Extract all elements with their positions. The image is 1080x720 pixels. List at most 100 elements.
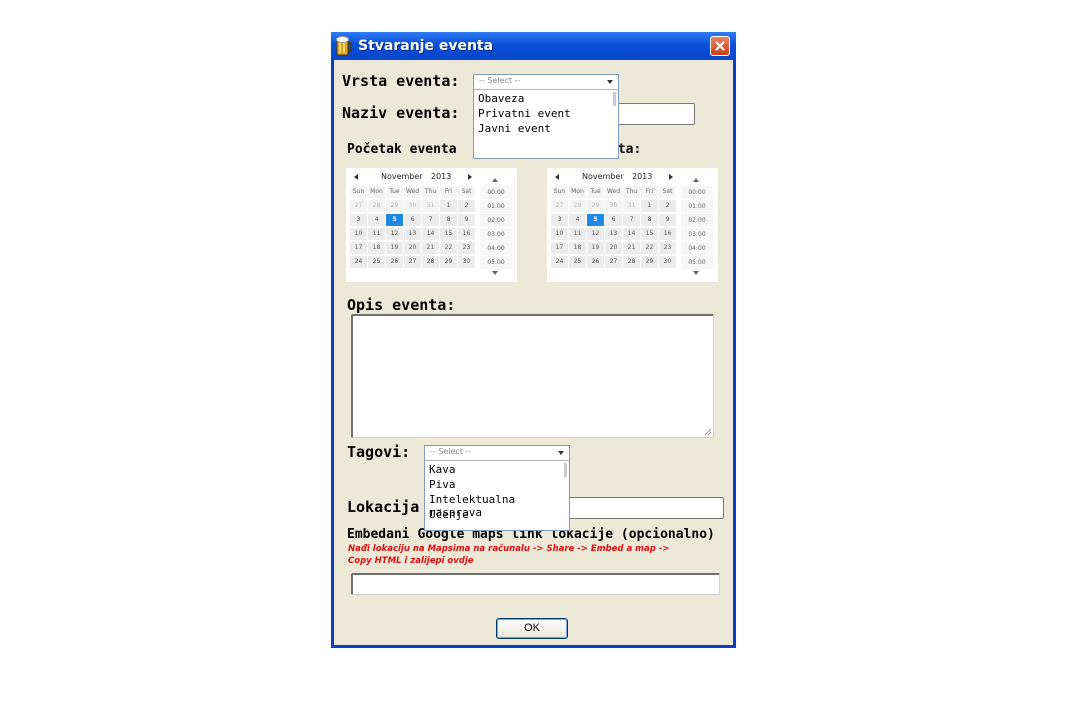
tagovi-option[interactable]: Piva — [429, 478, 456, 491]
calendar-day[interactable]: 6 — [605, 214, 622, 226]
calendar-day[interactable]: 27 — [404, 256, 421, 268]
calendar-day[interactable]: 27 — [605, 256, 622, 268]
calendar-day[interactable]: 21 — [623, 242, 640, 254]
prev-month-icon[interactable] — [354, 174, 358, 180]
calendar-day[interactable]: 14 — [623, 228, 640, 240]
vrsta-option[interactable]: Obaveza — [478, 92, 524, 105]
time-option[interactable]: 03:00 — [480, 228, 512, 242]
calendar-day[interactable]: 20 — [605, 242, 622, 254]
calendar-day[interactable]: 4 — [368, 214, 385, 226]
calendar-day[interactable]: 11 — [569, 228, 586, 240]
calendar-day[interactable]: 22 — [440, 242, 457, 254]
calendar-day[interactable]: 24 — [551, 256, 568, 268]
next-month-icon[interactable] — [468, 174, 472, 180]
time-up-icon[interactable] — [693, 178, 699, 182]
calendar-day[interactable]: 21 — [422, 242, 439, 254]
tagovi-dropdown-head[interactable]: -- Select -- — [425, 446, 569, 461]
calendar-day[interactable]: 7 — [623, 214, 640, 226]
calendar-day[interactable]: 30 — [659, 256, 676, 268]
calendar-day[interactable]: 29 — [587, 200, 604, 212]
title-bar[interactable]: Stvaranje eventa — [331, 32, 736, 60]
calendar-day[interactable]: 30 — [404, 200, 421, 212]
calendar-day[interactable]: 10 — [350, 228, 367, 240]
calendar-day[interactable]: 18 — [368, 242, 385, 254]
time-option[interactable]: 00:00 — [681, 186, 713, 200]
calendar-day[interactable]: 24 — [350, 256, 367, 268]
calendar-day[interactable]: 26 — [386, 256, 403, 268]
calendar-day[interactable]: 1 — [641, 200, 658, 212]
calendar-day[interactable]: 26 — [587, 256, 604, 268]
calendar-day[interactable]: 10 — [551, 228, 568, 240]
calendar-day[interactable]: 12 — [587, 228, 604, 240]
tagovi-option[interactable]: Učenje — [429, 508, 469, 521]
calendar-day[interactable]: 1 — [440, 200, 457, 212]
calendar-day[interactable]: 31 — [422, 200, 439, 212]
calendar-day[interactable]: 19 — [386, 242, 403, 254]
calendar-day[interactable]: 27 — [551, 200, 568, 212]
time-option[interactable]: 05:00 — [480, 256, 512, 270]
vrsta-dropdown-head[interactable]: -- Select -- — [474, 75, 618, 90]
calendar-day[interactable]: 29 — [386, 200, 403, 212]
calendar-day[interactable]: 28 — [569, 200, 586, 212]
calendar-day[interactable]: 28 — [422, 256, 439, 268]
calendar-day[interactable]: 19 — [587, 242, 604, 254]
time-up-icon[interactable] — [492, 178, 498, 182]
calendar-day[interactable]: 23 — [458, 242, 475, 254]
calendar-day[interactable]: 30 — [605, 200, 622, 212]
time-option[interactable]: 00:00 — [480, 186, 512, 200]
time-option[interactable]: 02:00 — [681, 214, 713, 228]
calendar-day-selected[interactable]: 5 — [386, 214, 403, 226]
calendar-day[interactable]: 13 — [404, 228, 421, 240]
tagovi-option[interactable]: Kava — [429, 463, 456, 476]
vrsta-option[interactable]: Privatni event — [478, 107, 571, 120]
calendar-day[interactable]: 14 — [422, 228, 439, 240]
calendar-day[interactable]: 12 — [386, 228, 403, 240]
calendar-day[interactable]: 16 — [659, 228, 676, 240]
calendar-day[interactable]: 2 — [458, 200, 475, 212]
calendar-day[interactable]: 3 — [551, 214, 568, 226]
calendar-day[interactable]: 9 — [659, 214, 676, 226]
calendar-day[interactable]: 28 — [623, 256, 640, 268]
vrsta-dropdown[interactable]: -- Select -- Obaveza Privatni event Javn… — [473, 74, 619, 159]
calendar-day[interactable]: 23 — [659, 242, 676, 254]
close-button[interactable] — [710, 36, 730, 56]
vrsta-option[interactable]: Javni event — [478, 122, 551, 135]
calendar-day[interactable]: 9 — [458, 214, 475, 226]
calendar-day[interactable]: 3 — [350, 214, 367, 226]
calendar-day[interactable]: 18 — [569, 242, 586, 254]
calendar-day-selected[interactable]: 5 — [587, 214, 604, 226]
calendar-day[interactable]: 15 — [440, 228, 457, 240]
calendar-day[interactable]: 30 — [458, 256, 475, 268]
calendar-day[interactable]: 15 — [641, 228, 658, 240]
calendar-day[interactable]: 29 — [440, 256, 457, 268]
time-option[interactable]: 03:00 — [681, 228, 713, 242]
calendar-day[interactable]: 25 — [368, 256, 385, 268]
calendar-day[interactable]: 6 — [404, 214, 421, 226]
time-option[interactable]: 02:00 — [480, 214, 512, 228]
maps-link-input[interactable] — [351, 573, 720, 595]
calendar-day[interactable]: 27 — [350, 200, 367, 212]
calendar-day[interactable]: 17 — [350, 242, 367, 254]
ok-button[interactable]: OK — [496, 618, 568, 639]
naziv-input[interactable] — [614, 103, 695, 125]
calendar-day[interactable]: 20 — [404, 242, 421, 254]
calendar-day[interactable]: 22 — [641, 242, 658, 254]
time-option[interactable]: 01:00 — [480, 200, 512, 214]
calendar-day[interactable]: 16 — [458, 228, 475, 240]
calendar-day[interactable]: 4 — [569, 214, 586, 226]
calendar-day[interactable]: 31 — [623, 200, 640, 212]
resize-grip-icon[interactable] — [703, 427, 712, 436]
time-option[interactable]: 04:00 — [681, 242, 713, 256]
time-down-icon[interactable] — [492, 271, 498, 275]
calendar-day[interactable]: 25 — [569, 256, 586, 268]
calendar-day[interactable]: 17 — [551, 242, 568, 254]
calendar-day[interactable]: 28 — [368, 200, 385, 212]
calendar-day[interactable]: 11 — [368, 228, 385, 240]
opis-textarea[interactable] — [351, 314, 714, 438]
next-month-icon[interactable] — [669, 174, 673, 180]
calendar-day[interactable]: 2 — [659, 200, 676, 212]
time-option[interactable]: 01:00 — [681, 200, 713, 214]
calendar-day[interactable]: 8 — [641, 214, 658, 226]
calendar-day[interactable]: 8 — [440, 214, 457, 226]
lokacija-input[interactable] — [566, 497, 724, 519]
